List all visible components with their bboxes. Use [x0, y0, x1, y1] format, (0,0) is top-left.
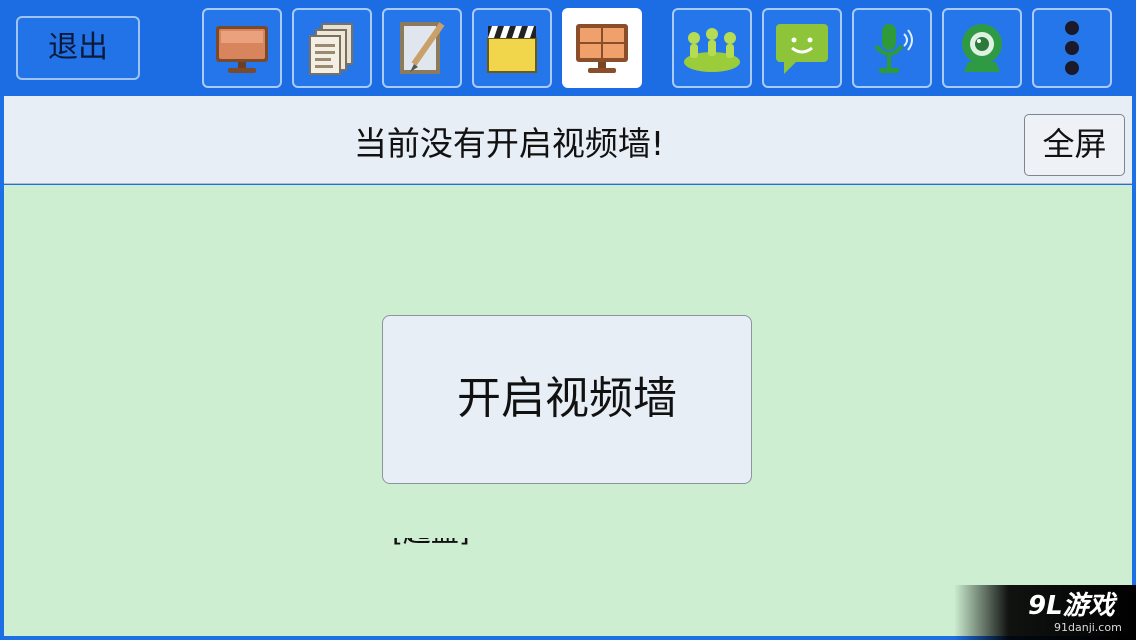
notepad-tool-button[interactable]	[382, 8, 462, 88]
documents-tool-button[interactable]	[292, 8, 372, 88]
chat-tool-button[interactable]	[762, 8, 842, 88]
users-tool-button[interactable]	[672, 8, 752, 88]
webcam-tool-button[interactable]	[942, 8, 1022, 88]
video-wall-tool-button[interactable]	[562, 8, 642, 88]
video-wall-icon	[576, 24, 628, 73]
fullscreen-button[interactable]: 全屏	[1024, 114, 1125, 176]
video-wall-status-text: 当前没有开启视频墙!	[353, 124, 665, 163]
watermark-site: 91danji.com	[1054, 621, 1122, 634]
top-toolbar: 退出	[0, 0, 1136, 96]
more-vertical-icon	[1065, 21, 1079, 75]
microphone-icon	[874, 24, 913, 73]
users-group-icon	[684, 28, 740, 72]
clapperboard-tool-button[interactable]	[472, 8, 552, 88]
monitor-tool-button[interactable]	[202, 8, 282, 88]
webcam-icon	[962, 24, 1002, 72]
clipped-label-text: [起盟]	[392, 538, 470, 548]
chat-bubble-icon	[776, 24, 828, 74]
app-window: 退出 当前没有开启视频墙! 全屏 开启视频墙 9L游戏 91danji.com	[0, 0, 1136, 640]
clapperboard-icon	[487, 26, 537, 73]
monitor-icon	[216, 26, 268, 73]
status-bar: 当前没有开启视频墙! 全屏	[4, 96, 1132, 184]
site-watermark: 9L游戏 91danji.com	[954, 585, 1136, 640]
start-video-wall-button[interactable]: 开启视频墙	[382, 315, 752, 484]
exit-button[interactable]: 退出	[16, 16, 140, 80]
more-menu-button[interactable]	[1032, 8, 1112, 88]
watermark-logo: 9L游戏	[1028, 591, 1115, 621]
documents-icon	[309, 23, 353, 75]
video-wall-area: 开启视频墙 [起盟]	[4, 185, 1132, 636]
clipped-label: [起盟]	[392, 538, 502, 548]
notepad-pen-icon	[400, 22, 445, 74]
microphone-tool-button[interactable]	[852, 8, 932, 88]
